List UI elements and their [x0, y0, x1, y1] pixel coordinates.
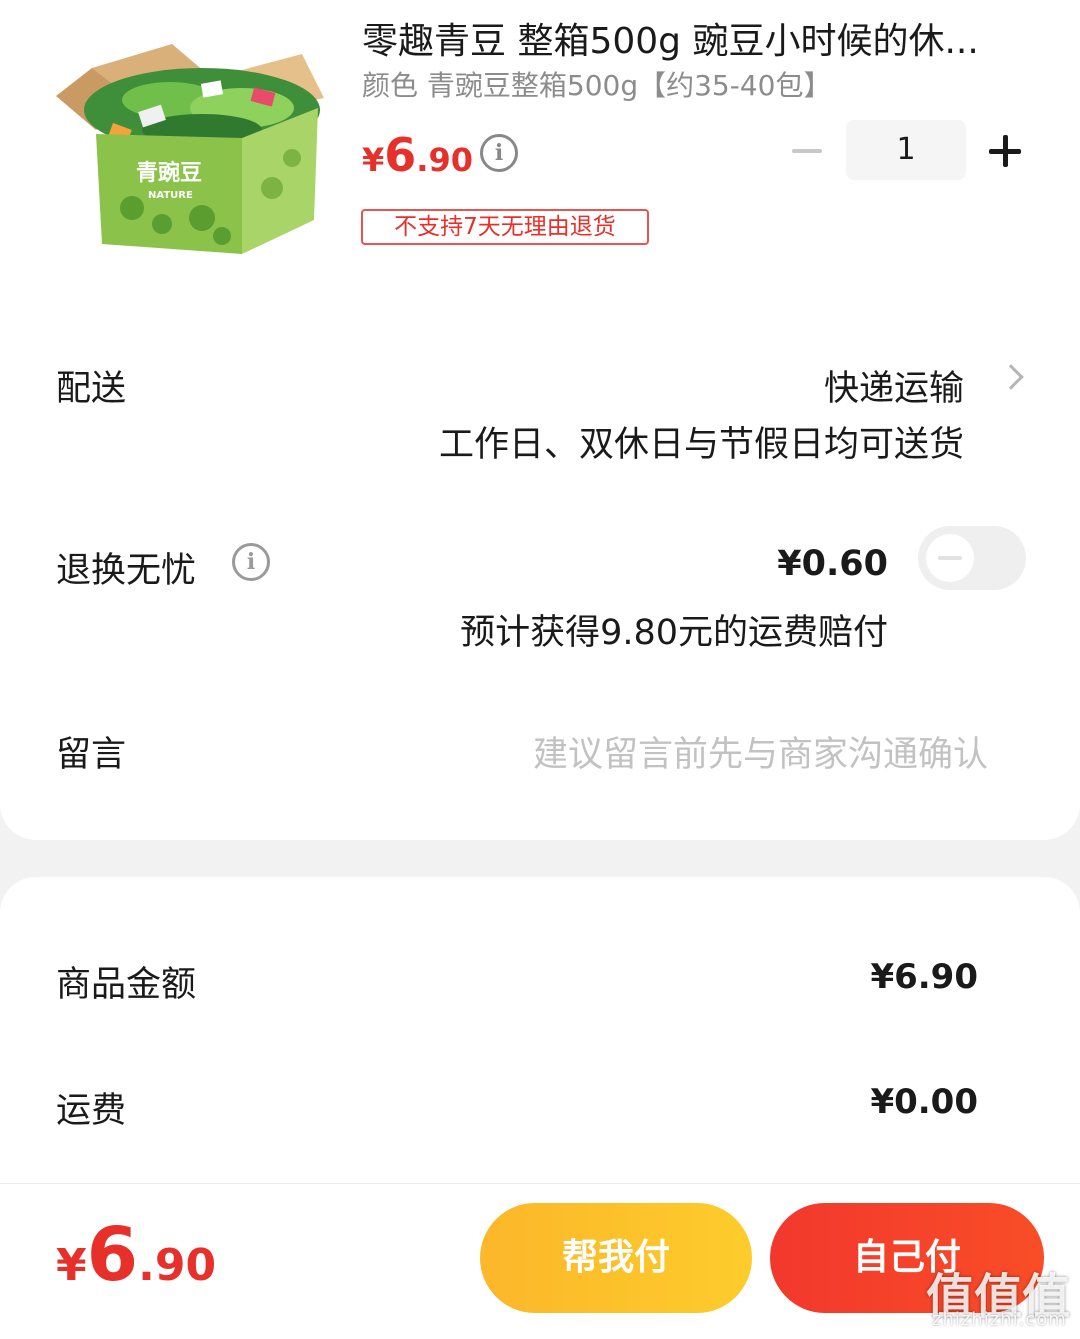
- order-card: 青豌豆 NATURE 零趣青豆 整箱500g 豌豆小时候的休... 颜色 青豌豆…: [0, 0, 1080, 840]
- product-price: ¥ 6 .90: [362, 128, 473, 182]
- box-label: 青豌豆: [136, 160, 202, 186]
- message-label: 留言: [56, 735, 127, 775]
- goods-amount-label: 商品金额: [56, 965, 197, 1005]
- return-insurance-toggle[interactable]: [918, 526, 1026, 590]
- help-pay-button[interactable]: 帮我付: [480, 1203, 752, 1313]
- watermark-site: zhizhizhi.com: [932, 1309, 1067, 1330]
- quantity-input[interactable]: 1: [846, 120, 966, 180]
- return-insurance-label: 退换无忧: [56, 551, 197, 591]
- total-integer: 6: [86, 1212, 139, 1298]
- quantity-decrease-button[interactable]: [790, 134, 824, 168]
- product-image[interactable]: 青豌豆 NATURE: [52, 38, 328, 260]
- total-currency: ¥: [56, 1240, 87, 1291]
- return-insurance-note: 预计获得9.80元的运费赔付: [460, 613, 888, 653]
- delivery-label: 配送: [56, 369, 127, 409]
- price-decimal: .90: [416, 141, 473, 179]
- site-watermark: 值值值 zhizhizhi.com: [926, 1257, 1076, 1337]
- total-decimal: .90: [138, 1240, 217, 1291]
- shipping-value: ¥0.00: [870, 1082, 978, 1122]
- no-return-tag: 不支持7天无理由退货: [361, 209, 649, 245]
- goods-amount-value: ¥6.90: [870, 957, 978, 997]
- price-integer: 6: [384, 128, 417, 182]
- shipping-label: 运费: [56, 1091, 127, 1131]
- total-price: ¥ 6 .90: [56, 1212, 216, 1298]
- chevron-right-icon[interactable]: [998, 364, 1024, 390]
- price-currency: ¥: [362, 141, 385, 179]
- return-info-icon[interactable]: i: [232, 543, 270, 581]
- quantity-increase-button[interactable]: [988, 134, 1022, 168]
- product-variant[interactable]: 颜色 青豌豆整箱500g【约35-40包】: [362, 66, 831, 106]
- delivery-method[interactable]: 快递运输: [824, 360, 964, 411]
- delivery-note: 工作日、双休日与节假日均可送货: [438, 425, 964, 465]
- box-sublabel: NATURE: [148, 190, 193, 201]
- toggle-knob: [926, 534, 974, 582]
- return-insurance-price: ¥0.60: [777, 544, 888, 584]
- price-info-icon[interactable]: i: [480, 134, 518, 172]
- product-title[interactable]: 零趣青豆 整箱500g 豌豆小时候的休...: [362, 18, 1022, 66]
- message-input[interactable]: 建议留言前先与商家沟通确认: [533, 726, 988, 777]
